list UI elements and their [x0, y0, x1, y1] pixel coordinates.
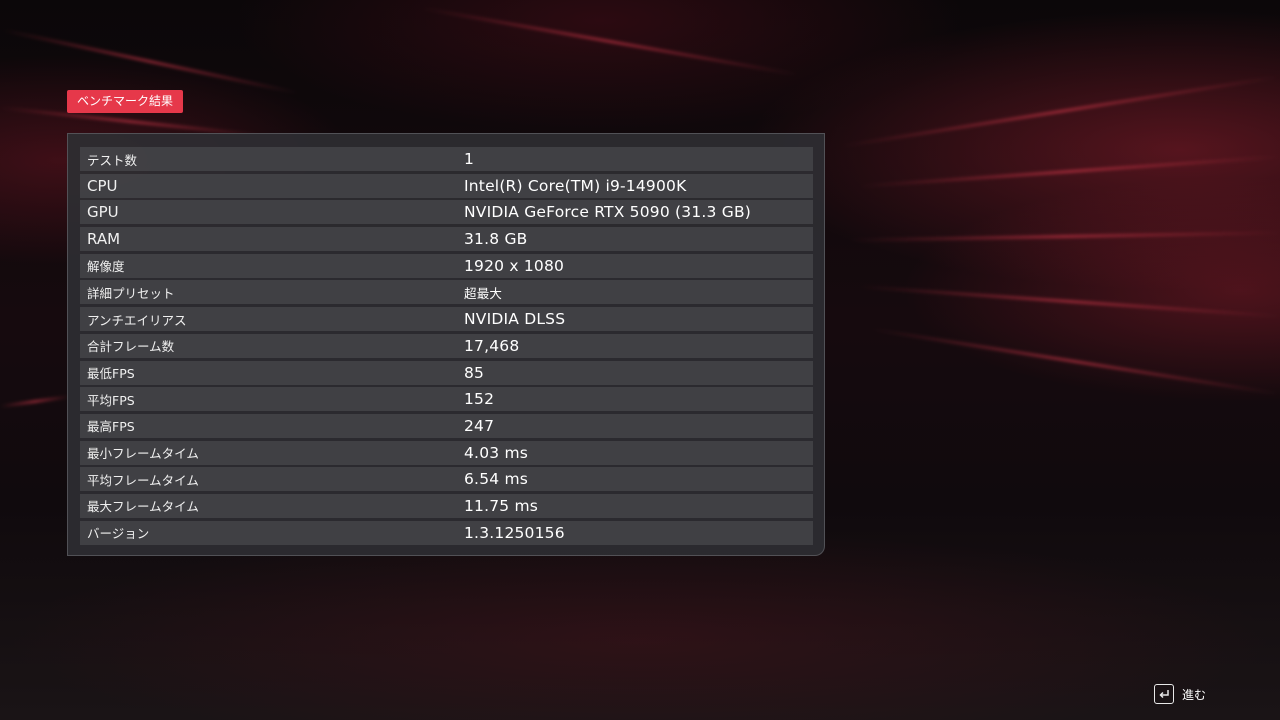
- result-row-anti-aliasing: アンチエイリアス NVIDIA DLSS: [80, 307, 813, 332]
- result-value: 85: [464, 363, 485, 382]
- enter-key-icon: [1154, 684, 1174, 704]
- result-row-min-frame-time: 最小フレームタイム 4.03 ms: [80, 440, 813, 465]
- background-streak: [872, 327, 1278, 396]
- result-label: アンチエイリアス: [87, 312, 187, 328]
- result-row-max-frame-time: 最大フレームタイム 11.75 ms: [80, 493, 813, 518]
- result-value: 1.3.1250156: [464, 523, 565, 542]
- result-value: 4.03 ms: [464, 443, 529, 462]
- result-label: 合計フレーム数: [87, 339, 175, 355]
- background-streak: [842, 75, 1278, 148]
- result-value: 17,468: [464, 336, 520, 355]
- result-row-max-fps: 最高FPS 247: [80, 413, 813, 438]
- background-streak: [860, 285, 1280, 318]
- enter-arrow-icon: [1159, 690, 1169, 699]
- result-value: 31.8 GB: [464, 230, 528, 249]
- result-label: CPU: [87, 176, 118, 195]
- background-streak: [0, 395, 70, 408]
- result-label: 詳細プリセット: [87, 285, 175, 301]
- result-value: 11.75 ms: [464, 496, 539, 515]
- result-value: 6.54 ms: [464, 470, 529, 489]
- result-label: GPU: [87, 203, 119, 222]
- result-row-cpu: CPU Intel(R) Core(TM) i9-14900K: [80, 173, 813, 198]
- background-streak: [2, 28, 298, 95]
- next-label: 進む: [1182, 687, 1207, 702]
- result-value: 247: [464, 416, 495, 435]
- result-row-avg-frame-time: 平均フレームタイム 6.54 ms: [80, 467, 813, 492]
- result-row-total-frames: 合計フレーム数 17,468: [80, 333, 813, 358]
- result-row-resolution: 解像度 1920 x 1080: [80, 253, 813, 278]
- result-label: テスト数: [87, 152, 138, 168]
- background-streak: [860, 155, 1280, 188]
- result-row-gpu: GPU NVIDIA GeForce RTX 5090 (31.3 GB): [80, 200, 813, 225]
- result-label: 解像度: [87, 259, 125, 275]
- result-value: NVIDIA GeForce RTX 5090 (31.3 GB): [464, 203, 752, 222]
- result-value: Intel(R) Core(TM) i9-14900K: [464, 176, 687, 195]
- result-label: 平均フレームタイム: [87, 472, 199, 488]
- result-value: 1920 x 1080: [464, 256, 565, 275]
- next-button[interactable]: 進む: [1154, 684, 1206, 704]
- result-row-ram: RAM 31.8 GB: [80, 227, 813, 252]
- page-title: ベンチマーク結果: [77, 94, 174, 108]
- result-value: NVIDIA DLSS: [464, 310, 566, 329]
- result-row-avg-fps: 平均FPS 152: [80, 387, 813, 412]
- result-label: バージョン: [87, 526, 150, 542]
- background-streak: [422, 7, 798, 76]
- result-label: 最小フレームタイム: [87, 446, 199, 462]
- result-label: 最低FPS: [87, 366, 135, 381]
- result-label: 最高FPS: [87, 419, 135, 435]
- result-row-test-count: テスト数 1: [80, 147, 813, 171]
- result-value: 超最大: [464, 285, 503, 301]
- result-label: RAM: [87, 230, 121, 249]
- background-streak: [850, 231, 1280, 242]
- result-value: 152: [464, 390, 495, 409]
- page-title-badge: ベンチマーク結果: [67, 90, 184, 113]
- result-label: 平均FPS: [87, 392, 135, 408]
- result-value: 1: [464, 150, 475, 168]
- benchmark-results-panel: テスト数 1 CPU Intel(R) Core(TM) i9-14900K G…: [67, 133, 825, 556]
- result-row-version: バージョン 1.3.1250156: [80, 520, 813, 545]
- result-label: 最大フレームタイム: [87, 499, 199, 515]
- result-row-min-fps: 最低FPS 85: [80, 360, 813, 385]
- result-row-detail-preset: 詳細プリセット 超最大: [80, 280, 813, 305]
